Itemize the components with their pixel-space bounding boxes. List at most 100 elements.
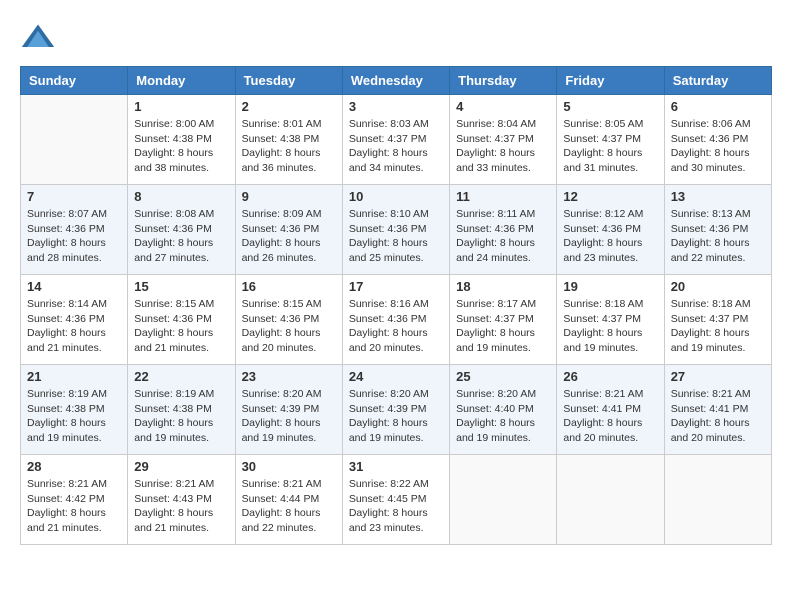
calendar-cell: 21 Sunrise: 8:19 AMSunset: 4:38 PMDayligh… — [21, 365, 128, 455]
calendar-cell: 9 Sunrise: 8:09 AMSunset: 4:36 PMDaylight… — [235, 185, 342, 275]
logo-icon — [20, 20, 56, 56]
day-number: 21 — [27, 369, 121, 384]
calendar-cell: 30 Sunrise: 8:21 AMSunset: 4:44 PMDayligh… — [235, 455, 342, 545]
calendar-cell: 16 Sunrise: 8:15 AMSunset: 4:36 PMDayligh… — [235, 275, 342, 365]
day-info: Sunrise: 8:21 AMSunset: 4:44 PMDaylight:… — [242, 477, 336, 536]
day-number: 1 — [134, 99, 228, 114]
day-info: Sunrise: 8:06 AMSunset: 4:36 PMDaylight:… — [671, 117, 765, 176]
day-info: Sunrise: 8:20 AMSunset: 4:40 PMDaylight:… — [456, 387, 550, 446]
calendar-cell: 13 Sunrise: 8:13 AMSunset: 4:36 PMDayligh… — [664, 185, 771, 275]
day-number: 8 — [134, 189, 228, 204]
day-number: 23 — [242, 369, 336, 384]
calendar-week-row: 1Sunrise: 8:00 AMSunset: 4:38 PMDaylight… — [21, 95, 772, 185]
day-info: Sunrise: 8:18 AMSunset: 4:37 PMDaylight:… — [671, 297, 765, 356]
col-header-wednesday: Wednesday — [342, 67, 449, 95]
calendar-cell: 15Sunrise: 8:15 AMSunset: 4:36 PMDayligh… — [128, 275, 235, 365]
calendar-header-row: SundayMondayTuesdayWednesdayThursdayFrid… — [21, 67, 772, 95]
day-info: Sunrise: 8:20 AMSunset: 4:39 PMDaylight:… — [242, 387, 336, 446]
day-number: 10 — [349, 189, 443, 204]
day-number: 27 — [671, 369, 765, 384]
day-info: Sunrise: 8:05 AMSunset: 4:37 PMDaylight:… — [563, 117, 657, 176]
day-number: 17 — [349, 279, 443, 294]
day-info: Sunrise: 8:21 AMSunset: 4:41 PMDaylight:… — [671, 387, 765, 446]
day-info: Sunrise: 8:19 AMSunset: 4:38 PMDaylight:… — [27, 387, 121, 446]
calendar-week-row: 28 Sunrise: 8:21 AMSunset: 4:42 PMDayligh… — [21, 455, 772, 545]
logo — [20, 20, 62, 56]
calendar-cell: 31Sunrise: 8:22 AMSunset: 4:45 PMDayligh… — [342, 455, 449, 545]
day-info: Sunrise: 8:01 AMSunset: 4:38 PMDaylight:… — [242, 117, 336, 176]
calendar-cell: 19 Sunrise: 8:18 AMSunset: 4:37 PMDayligh… — [557, 275, 664, 365]
calendar-cell: 3 Sunrise: 8:03 AMSunset: 4:37 PMDaylight… — [342, 95, 449, 185]
day-number: 24 — [349, 369, 443, 384]
col-header-sunday: Sunday — [21, 67, 128, 95]
day-number: 7 — [27, 189, 121, 204]
day-info: Sunrise: 8:12 AMSunset: 4:36 PMDaylight:… — [563, 207, 657, 266]
col-header-saturday: Saturday — [664, 67, 771, 95]
day-number: 16 — [242, 279, 336, 294]
day-number: 18 — [456, 279, 550, 294]
day-info: Sunrise: 8:15 AMSunset: 4:36 PMDaylight:… — [134, 297, 228, 356]
day-info: Sunrise: 8:07 AMSunset: 4:36 PMDaylight:… — [27, 207, 121, 266]
day-number: 5 — [563, 99, 657, 114]
calendar-week-row: 21 Sunrise: 8:19 AMSunset: 4:38 PMDayligh… — [21, 365, 772, 455]
day-number: 2 — [242, 99, 336, 114]
day-info: Sunrise: 8:18 AMSunset: 4:37 PMDaylight:… — [563, 297, 657, 356]
day-number: 11 — [456, 189, 550, 204]
calendar-cell: 2 Sunrise: 8:01 AMSunset: 4:38 PMDaylight… — [235, 95, 342, 185]
day-number: 9 — [242, 189, 336, 204]
day-info: Sunrise: 8:04 AMSunset: 4:37 PMDaylight:… — [456, 117, 550, 176]
day-info: Sunrise: 8:21 AMSunset: 4:43 PMDaylight:… — [134, 477, 228, 536]
col-header-thursday: Thursday — [450, 67, 557, 95]
calendar-cell: 18 Sunrise: 8:17 AMSunset: 4:37 PMDayligh… — [450, 275, 557, 365]
day-info: Sunrise: 8:17 AMSunset: 4:37 PMDaylight:… — [456, 297, 550, 356]
calendar-cell: 25Sunrise: 8:20 AMSunset: 4:40 PMDayligh… — [450, 365, 557, 455]
day-info: Sunrise: 8:03 AMSunset: 4:37 PMDaylight:… — [349, 117, 443, 176]
day-number: 14 — [27, 279, 121, 294]
day-info: Sunrise: 8:21 AMSunset: 4:42 PMDaylight:… — [27, 477, 121, 536]
day-number: 13 — [671, 189, 765, 204]
day-info: Sunrise: 8:14 AMSunset: 4:36 PMDaylight:… — [27, 297, 121, 356]
calendar-cell: 20 Sunrise: 8:18 AMSunset: 4:37 PMDayligh… — [664, 275, 771, 365]
day-number: 12 — [563, 189, 657, 204]
day-info: Sunrise: 8:09 AMSunset: 4:36 PMDaylight:… — [242, 207, 336, 266]
col-header-tuesday: Tuesday — [235, 67, 342, 95]
day-number: 19 — [563, 279, 657, 294]
calendar-cell: 17 Sunrise: 8:16 AMSunset: 4:36 PMDayligh… — [342, 275, 449, 365]
calendar-week-row: 7 Sunrise: 8:07 AMSunset: 4:36 PMDaylight… — [21, 185, 772, 275]
day-info: Sunrise: 8:08 AMSunset: 4:36 PMDaylight:… — [134, 207, 228, 266]
calendar-cell: 24 Sunrise: 8:20 AMSunset: 4:39 PMDayligh… — [342, 365, 449, 455]
day-number: 6 — [671, 99, 765, 114]
calendar-cell: 29Sunrise: 8:21 AMSunset: 4:43 PMDayligh… — [128, 455, 235, 545]
day-info: Sunrise: 8:20 AMSunset: 4:39 PMDaylight:… — [349, 387, 443, 446]
day-number: 30 — [242, 459, 336, 474]
day-info: Sunrise: 8:13 AMSunset: 4:36 PMDaylight:… — [671, 207, 765, 266]
calendar-cell: 5 Sunrise: 8:05 AMSunset: 4:37 PMDaylight… — [557, 95, 664, 185]
day-info: Sunrise: 8:16 AMSunset: 4:36 PMDaylight:… — [349, 297, 443, 356]
calendar-cell — [664, 455, 771, 545]
col-header-friday: Friday — [557, 67, 664, 95]
calendar-cell: 26Sunrise: 8:21 AMSunset: 4:41 PMDayligh… — [557, 365, 664, 455]
calendar-cell — [557, 455, 664, 545]
day-number: 28 — [27, 459, 121, 474]
day-number: 20 — [671, 279, 765, 294]
day-info: Sunrise: 8:15 AMSunset: 4:36 PMDaylight:… — [242, 297, 336, 356]
calendar-cell: 14 Sunrise: 8:14 AMSunset: 4:36 PMDayligh… — [21, 275, 128, 365]
calendar-cell: 22 Sunrise: 8:19 AMSunset: 4:38 PMDayligh… — [128, 365, 235, 455]
calendar-cell — [21, 95, 128, 185]
day-info: Sunrise: 8:10 AMSunset: 4:36 PMDaylight:… — [349, 207, 443, 266]
page-header — [20, 20, 772, 56]
day-number: 22 — [134, 369, 228, 384]
calendar-cell: 23 Sunrise: 8:20 AMSunset: 4:39 PMDayligh… — [235, 365, 342, 455]
calendar-cell: 27 Sunrise: 8:21 AMSunset: 4:41 PMDayligh… — [664, 365, 771, 455]
calendar-week-row: 14 Sunrise: 8:14 AMSunset: 4:36 PMDayligh… — [21, 275, 772, 365]
calendar-cell: 6 Sunrise: 8:06 AMSunset: 4:36 PMDaylight… — [664, 95, 771, 185]
day-info: Sunrise: 8:19 AMSunset: 4:38 PMDaylight:… — [134, 387, 228, 446]
day-info: Sunrise: 8:22 AMSunset: 4:45 PMDaylight:… — [349, 477, 443, 536]
calendar-cell: 12 Sunrise: 8:12 AMSunset: 4:36 PMDayligh… — [557, 185, 664, 275]
calendar-cell: 1Sunrise: 8:00 AMSunset: 4:38 PMDaylight… — [128, 95, 235, 185]
calendar-cell: 7 Sunrise: 8:07 AMSunset: 4:36 PMDaylight… — [21, 185, 128, 275]
calendar-table: SundayMondayTuesdayWednesdayThursdayFrid… — [20, 66, 772, 545]
day-info: Sunrise: 8:11 AMSunset: 4:36 PMDaylight:… — [456, 207, 550, 266]
calendar-cell: 4Sunrise: 8:04 AMSunset: 4:37 PMDaylight… — [450, 95, 557, 185]
day-number: 3 — [349, 99, 443, 114]
